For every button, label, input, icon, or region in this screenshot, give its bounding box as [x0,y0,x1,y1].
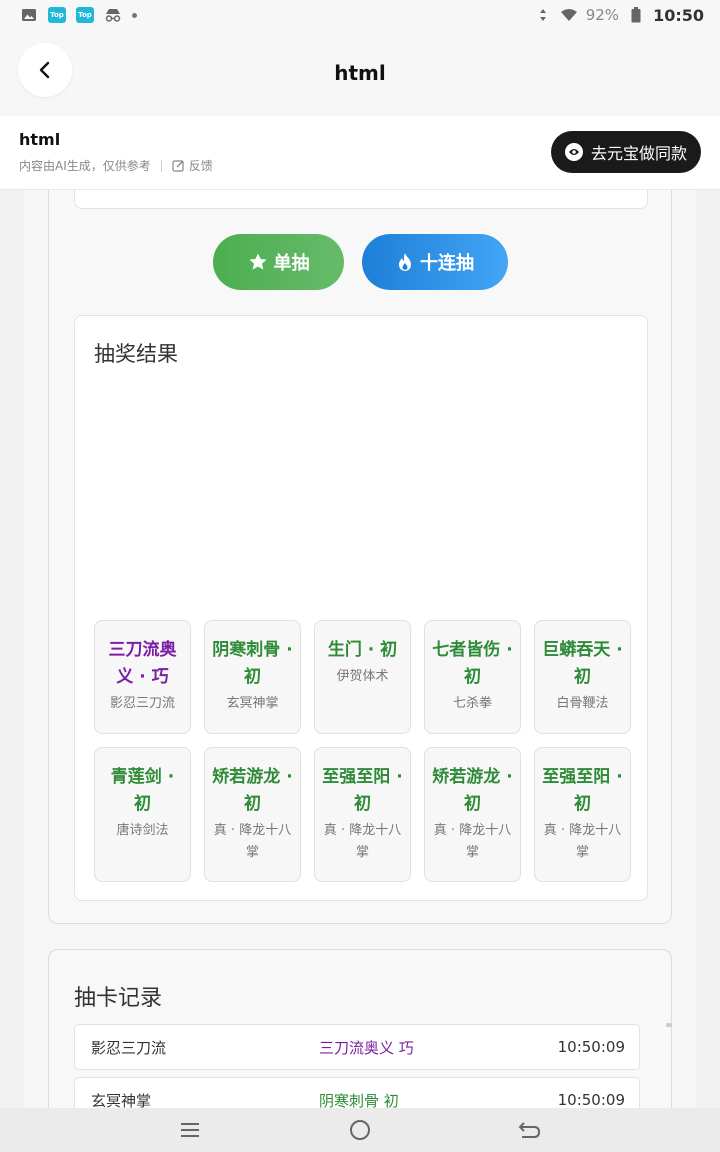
result-item-name: 阴寒刺骨 · 初 [212,640,293,687]
menu-button[interactable] [178,1118,202,1142]
record-source: 影忍三刀流 [91,1038,167,1057]
result-item-skill: 白骨鞭法 [556,696,609,711]
page-title: html [334,61,386,85]
result-item[interactable]: 巨蟒吞天 · 初 白骨鞭法 [534,620,631,734]
menu-icon [181,1123,199,1137]
result-item-skill: 真 · 降龙十八掌 [433,823,512,860]
system-nav-bar [0,1108,720,1152]
result-item-skill: 真 · 降龙十八掌 [213,823,292,860]
result-item-name: 至强至阳 · 初 [322,767,403,814]
result-item[interactable]: 阴寒刺骨 · 初 玄冥神掌 [204,620,301,734]
info-subline: 内容由AI生成，仅供参考 反馈 [19,157,213,174]
data-transfer-icon [534,7,552,23]
result-item-name: 矫若游龙 · 初 [432,767,513,814]
result-item-name: 生门 · 初 [327,640,398,660]
yuanbao-button[interactable]: 去元宝做同款 [550,131,701,173]
app-header: html [0,30,720,116]
result-item-skill: 真 · 降龙十八掌 [543,823,622,860]
return-icon [518,1122,541,1138]
top-app-icon: Top [48,7,66,23]
result-item-name: 七者皆伤 · 初 [432,640,513,687]
record-time: 10:50:09 [557,1038,625,1056]
yuanbao-button-label: 去元宝做同款 [590,144,687,163]
gallery-icon [20,7,38,23]
divider [160,159,162,172]
result-item-skill: 唐诗剑法 [116,823,169,838]
result-item-name: 青莲剑 · 初 [110,767,175,814]
result-item-name: 至强至阳 · 初 [542,767,623,814]
ten-draw-button[interactable]: 十连抽 [362,234,508,290]
result-item-skill: 影忍三刀流 [109,696,175,711]
result-item[interactable]: 至强至阳 · 初 真 · 降龙十八掌 [314,747,411,882]
result-item-name: 巨蟒吞天 · 初 [542,640,623,687]
home-button[interactable] [348,1118,372,1142]
result-item-name: 三刀流奥义 · 巧 [108,640,177,687]
document-title: html [19,130,61,149]
star-icon [248,253,267,270]
gacha-card: 单抽 十连抽 抽奖结果 三刀流奥义 · 巧 影忍三刀流 阴寒刺骨 · 初 玄冥神… [48,190,672,924]
battery-icon [627,7,645,23]
record-row: 影忍三刀流 三刀流奥义 巧 10:50:09 [74,1024,640,1070]
record-title: 抽卡记录 [74,986,163,1011]
back-nav-button[interactable] [518,1118,542,1142]
result-item[interactable]: 矫若游龙 · 初 真 · 降龙十八掌 [424,747,521,882]
result-item[interactable]: 至强至阳 · 初 真 · 降龙十八掌 [534,747,631,882]
result-item-name: 矫若游龙 · 初 [212,767,293,814]
ai-disclaimer: 内容由AI生成，仅供参考 [19,159,151,173]
battery-percent: 92% [585,6,620,24]
status-left: Top Top [20,7,137,23]
scrollbar[interactable] [666,1023,672,1027]
result-panel: 抽奖结果 三刀流奥义 · 巧 影忍三刀流 阴寒刺骨 · 初 玄冥神掌 生门 · … [74,315,648,901]
single-draw-label: 单抽 [273,253,310,274]
wifi-icon [560,7,578,23]
chevron-left-icon [39,61,50,79]
notification-dot-icon [132,12,137,18]
result-grid: 三刀流奥义 · 巧 影忍三刀流 阴寒刺骨 · 初 玄冥神掌 生门 · 初 伊贺体… [94,620,631,882]
record-card: 抽卡记录 影忍三刀流 三刀流奥义 巧 10:50:09 玄冥神掌 阴寒刺骨 初 … [48,949,672,1108]
result-item[interactable]: 生门 · 初 伊贺体术 [314,620,411,734]
incognito-icon [104,7,122,23]
record-row: 玄冥神掌 阴寒刺骨 初 10:50:09 [74,1077,640,1108]
ten-draw-label: 十连抽 [420,253,474,274]
clock: 10:50 [653,5,704,25]
content-area[interactable]: 单抽 十连抽 抽奖结果 三刀流奥义 · 巧 影忍三刀流 阴寒刺骨 · 初 玄冥神… [24,190,696,1108]
result-item-skill: 七杀拳 [452,696,492,711]
info-bar: html 内容由AI生成，仅供参考 反馈 去元宝做同款 [0,116,720,190]
result-item[interactable]: 七者皆伤 · 初 七杀拳 [424,620,521,734]
feedback-link[interactable]: 反馈 [172,157,213,174]
record-item: 阴寒刺骨 初 [319,1091,399,1109]
result-item[interactable]: 青莲剑 · 初 唐诗剑法 [94,747,191,882]
edit-icon [172,160,184,172]
result-item-skill: 玄冥神掌 [226,696,279,711]
single-draw-button[interactable]: 单抽 [213,234,344,290]
screen: Top Top 92% 10:50 html html 内容由AI生成，仅供参考… [0,0,720,1152]
fire-icon [399,253,411,271]
status-right: 92% 10:50 [534,6,704,25]
previous-panel [74,190,648,209]
result-item-skill: 真 · 降龙十八掌 [323,823,402,860]
result-item[interactable]: 矫若游龙 · 初 真 · 降龙十八掌 [204,747,301,882]
back-button[interactable] [18,43,72,97]
record-source: 玄冥神掌 [91,1091,152,1109]
result-item-skill: 伊贺体术 [336,669,389,684]
record-time: 10:50:09 [557,1091,625,1108]
result-item[interactable]: 三刀流奥义 · 巧 影忍三刀流 [94,620,191,734]
record-item: 三刀流奥义 巧 [319,1038,414,1057]
yuanbao-logo-icon [564,143,583,161]
status-bar: Top Top 92% 10:50 [0,0,720,30]
feedback-label: 反馈 [188,159,213,173]
home-circle-icon [350,1120,370,1140]
top-app-icon-2: Top [76,7,94,23]
result-title: 抽奖结果 [94,342,178,366]
